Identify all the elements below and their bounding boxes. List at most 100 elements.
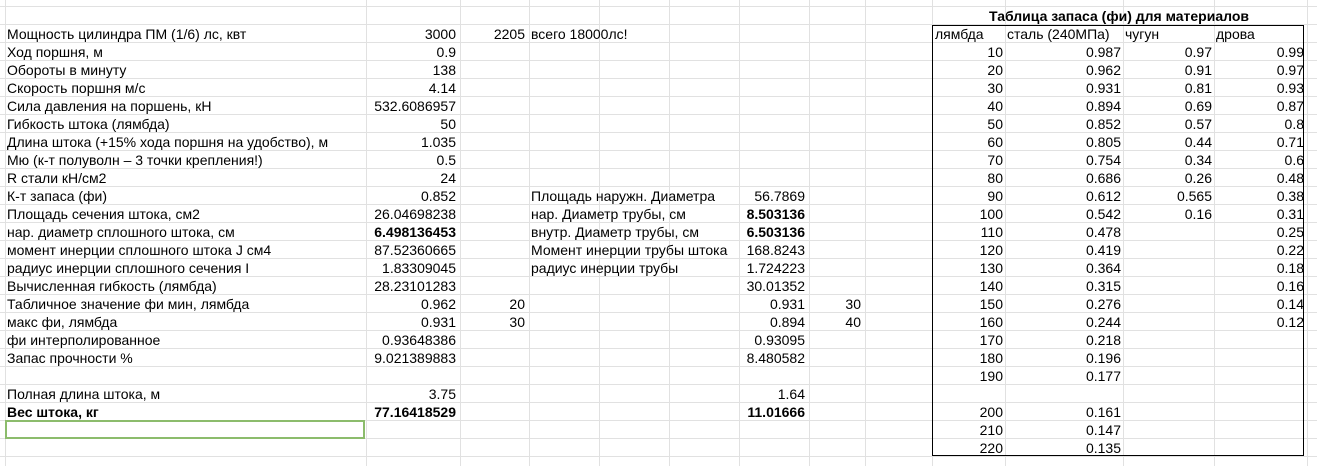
row-label[interactable]: R стали кН/см2 xyxy=(5,169,364,187)
phi-header[interactable]: дрова xyxy=(1214,25,1308,43)
selected-cell[interactable] xyxy=(5,420,365,439)
row-value[interactable]: 3.75 xyxy=(366,385,458,403)
phi-cell[interactable]: 0.14 xyxy=(1214,295,1306,313)
phi-cell[interactable]: 170 xyxy=(933,331,1005,349)
phi-header[interactable]: лямбда xyxy=(933,25,1007,43)
phi-cell[interactable]: 0.218 xyxy=(1005,331,1123,349)
tube-label[interactable]: всего 18000лс! xyxy=(529,25,741,43)
phi-cell[interactable] xyxy=(1214,385,1306,403)
phi-cell[interactable] xyxy=(1123,331,1214,349)
phi-cell[interactable]: 0.81 xyxy=(1123,79,1214,97)
phi-cell[interactable] xyxy=(933,385,1005,403)
row-value[interactable]: 0.9 xyxy=(366,43,458,61)
phi-cell[interactable]: 0.57 xyxy=(1123,115,1214,133)
row-value[interactable]: 138 xyxy=(366,61,458,79)
phi-cell[interactable] xyxy=(1123,349,1214,367)
row-label[interactable]: Гибкость штока (лямбда) xyxy=(5,115,364,133)
phi-cell[interactable] xyxy=(1214,421,1306,439)
tube-lambda[interactable]: 40 xyxy=(809,313,863,331)
phi-cell[interactable]: 0.177 xyxy=(1005,367,1123,385)
row-label[interactable]: Вычисленная гибкость (лямбда) xyxy=(5,277,364,295)
phi-cell[interactable]: 0.805 xyxy=(1005,133,1123,151)
phi-cell[interactable]: 140 xyxy=(933,277,1005,295)
tube-value[interactable]: 30.01352 xyxy=(739,277,807,295)
phi-cell[interactable] xyxy=(1123,439,1214,457)
cell-aux[interactable]: 20 xyxy=(460,295,527,313)
phi-cell[interactable]: 0.69 xyxy=(1123,97,1214,115)
phi-cell[interactable] xyxy=(1214,349,1306,367)
tube-value[interactable]: 1.64 xyxy=(739,385,807,403)
phi-cell[interactable]: 210 xyxy=(933,421,1005,439)
phi-cell[interactable]: 0.161 xyxy=(1005,403,1123,421)
phi-cell[interactable]: 0.25 xyxy=(1214,223,1306,241)
phi-cell[interactable]: 130 xyxy=(933,259,1005,277)
phi-cell[interactable]: 0.31 xyxy=(1214,205,1306,223)
row-value[interactable]: 9.021389883 xyxy=(366,349,458,367)
phi-header[interactable]: сталь (240МПа) xyxy=(1005,25,1125,43)
tube-value[interactable]: 8.480582 xyxy=(739,349,807,367)
phi-cell[interactable]: 0.931 xyxy=(1005,79,1123,97)
phi-cell[interactable]: 0.91 xyxy=(1123,61,1214,79)
phi-cell[interactable]: 50 xyxy=(933,115,1005,133)
row-label[interactable]: радиус инерции сплошного сечения I xyxy=(5,259,364,277)
row-value[interactable]: 0.5 xyxy=(366,151,458,169)
row-label[interactable]: Обороты в минуту xyxy=(5,61,364,79)
row-label[interactable]: Скорость поршня м/с xyxy=(5,79,364,97)
phi-cell[interactable]: 30 xyxy=(933,79,1005,97)
phi-cell[interactable]: 0.22 xyxy=(1214,241,1306,259)
phi-cell[interactable]: 0.38 xyxy=(1214,187,1306,205)
phi-cell[interactable]: 0.754 xyxy=(1005,151,1123,169)
tube-value[interactable]: 56.7869 xyxy=(739,187,807,205)
row-label[interactable]: Полная длина штока, м xyxy=(5,385,364,403)
tube-value[interactable]: 6.503136 xyxy=(739,223,807,241)
tube-value[interactable]: 1.724223 xyxy=(739,259,807,277)
phi-cell[interactable] xyxy=(1123,367,1214,385)
row-value[interactable]: 532.6086957 xyxy=(366,97,458,115)
phi-cell[interactable] xyxy=(1214,439,1306,457)
tube-label[interactable]: нар. Диаметр трубы, см xyxy=(529,205,741,223)
phi-cell[interactable]: 0.542 xyxy=(1005,205,1123,223)
phi-cell[interactable] xyxy=(1005,385,1123,403)
phi-cell[interactable]: 70 xyxy=(933,151,1005,169)
row-value[interactable]: 50 xyxy=(366,115,458,133)
row-label[interactable]: Длина штока (+15% хода поршня на удобств… xyxy=(5,133,364,151)
phi-cell[interactable]: 0.18 xyxy=(1214,259,1306,277)
row-label[interactable]: Мю (к-т полуволн – 3 точки крепления!) xyxy=(5,151,364,169)
phi-cell[interactable] xyxy=(1123,241,1214,259)
tube-label[interactable]: радиус инерции трубы xyxy=(529,259,741,277)
phi-cell[interactable] xyxy=(1123,385,1214,403)
phi-cell[interactable]: 0.894 xyxy=(1005,97,1123,115)
phi-cell[interactable]: 20 xyxy=(933,61,1005,79)
phi-cell[interactable]: 150 xyxy=(933,295,1005,313)
row-label[interactable] xyxy=(5,367,364,385)
phi-cell[interactable]: 0.93 xyxy=(1214,79,1306,97)
phi-cell[interactable]: 0.12 xyxy=(1214,313,1306,331)
row-value[interactable]: 3000 xyxy=(366,25,458,43)
phi-cell[interactable] xyxy=(1123,259,1214,277)
phi-cell[interactable] xyxy=(1214,331,1306,349)
row-label[interactable]: К-т запаса (фи) xyxy=(5,187,364,205)
phi-cell[interactable]: 220 xyxy=(933,439,1005,457)
row-label[interactable]: Мощность цилиндра ПМ (1/6) лс, квт xyxy=(5,25,364,43)
row-value[interactable]: 4.14 xyxy=(366,79,458,97)
row-value[interactable]: 87.52360665 xyxy=(366,241,458,259)
phi-cell[interactable]: 110 xyxy=(933,223,1005,241)
phi-cell[interactable]: 40 xyxy=(933,97,1005,115)
phi-header[interactable]: чугун xyxy=(1123,25,1216,43)
phi-cell[interactable]: 0.147 xyxy=(1005,421,1123,439)
phi-cell[interactable]: 80 xyxy=(933,169,1005,187)
phi-cell[interactable]: 0.987 xyxy=(1005,43,1123,61)
row-value[interactable]: 1.035 xyxy=(366,133,458,151)
row-value[interactable]: 6.498136453 xyxy=(366,223,458,241)
phi-cell[interactable]: 0.315 xyxy=(1005,277,1123,295)
phi-cell[interactable]: 0.419 xyxy=(1005,241,1123,259)
phi-cell[interactable]: 0.6 xyxy=(1214,151,1306,169)
tube-label[interactable]: Момент инерции трубы штока xyxy=(529,241,741,259)
phi-cell[interactable]: 0.8 xyxy=(1214,115,1306,133)
row-label[interactable]: Табличное значение фи мин, лямбда xyxy=(5,295,364,313)
tube-value[interactable]: 8.503136 xyxy=(739,205,807,223)
phi-cell[interactable]: 0.99 xyxy=(1214,43,1306,61)
phi-cell[interactable]: 0.962 xyxy=(1005,61,1123,79)
phi-cell[interactable]: 10 xyxy=(933,43,1005,61)
row-value[interactable]: 24 xyxy=(366,169,458,187)
